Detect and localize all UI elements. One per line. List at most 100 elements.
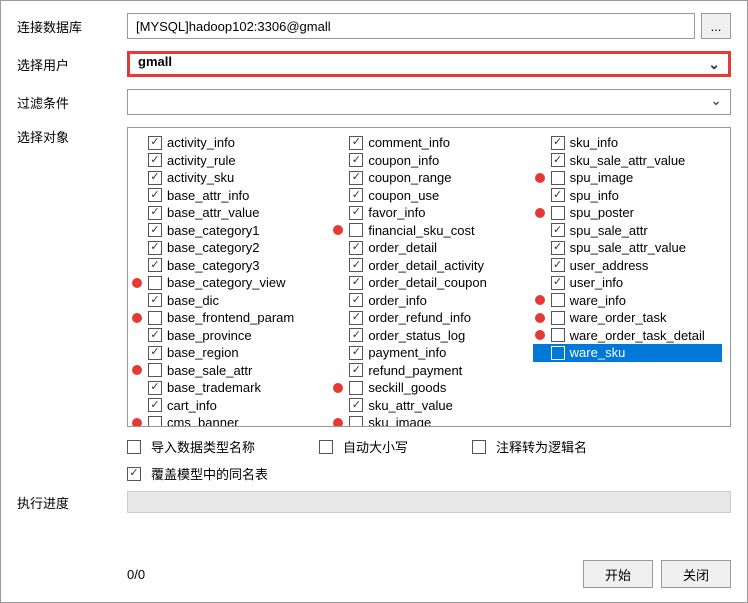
- checkbox-icon[interactable]: [148, 206, 162, 220]
- table-item[interactable]: ware_order_task: [533, 309, 722, 327]
- table-item[interactable]: order_info: [331, 292, 520, 310]
- table-item[interactable]: activity_sku: [130, 169, 319, 187]
- checkbox-icon[interactable]: [551, 136, 565, 150]
- table-item[interactable]: financial_sku_cost: [331, 222, 520, 240]
- checkbox-icon[interactable]: [349, 311, 363, 325]
- checkbox-icon[interactable]: [349, 398, 363, 412]
- checkbox-icon[interactable]: [349, 206, 363, 220]
- table-item[interactable]: cms_banner: [130, 414, 319, 427]
- checkbox-icon[interactable]: [551, 188, 565, 202]
- table-item[interactable]: order_detail_activity: [331, 257, 520, 275]
- table-item[interactable]: user_info: [533, 274, 722, 292]
- table-item[interactable]: base_category1: [130, 222, 319, 240]
- checkbox-icon[interactable]: [551, 328, 565, 342]
- table-item[interactable]: base_category2: [130, 239, 319, 257]
- checkbox-icon[interactable]: [148, 258, 162, 272]
- table-item[interactable]: base_trademark: [130, 379, 319, 397]
- browse-button[interactable]: ...: [701, 13, 731, 39]
- table-item[interactable]: base_frontend_param: [130, 309, 319, 327]
- checkbox-icon[interactable]: [349, 241, 363, 255]
- checkbox-icon[interactable]: [349, 328, 363, 342]
- filter-select[interactable]: [127, 89, 731, 115]
- checkbox-icon[interactable]: [349, 171, 363, 185]
- checkbox-icon[interactable]: [551, 258, 565, 272]
- table-item[interactable]: base_region: [130, 344, 319, 362]
- user-select[interactable]: gmall: [127, 51, 731, 77]
- table-item[interactable]: spu_info: [533, 187, 722, 205]
- checkbox-icon[interactable]: [148, 171, 162, 185]
- table-item[interactable]: base_category3: [130, 257, 319, 275]
- checkbox-icon[interactable]: [551, 206, 565, 220]
- checkbox-icon[interactable]: [349, 276, 363, 290]
- table-item[interactable]: payment_info: [331, 344, 520, 362]
- table-item[interactable]: ware_info: [533, 292, 722, 310]
- checkbox-icon[interactable]: [148, 276, 162, 290]
- checkbox-icon[interactable]: [349, 293, 363, 307]
- table-item[interactable]: ware_order_task_detail: [533, 327, 722, 345]
- checkbox-icon[interactable]: [148, 136, 162, 150]
- checkbox-icon[interactable]: [148, 416, 162, 427]
- checkbox-icon[interactable]: [551, 171, 565, 185]
- table-item[interactable]: base_attr_value: [130, 204, 319, 222]
- table-item[interactable]: order_detail_coupon: [331, 274, 520, 292]
- table-item[interactable]: sku_attr_value: [331, 397, 520, 415]
- table-item[interactable]: sku_sale_attr_value: [533, 152, 722, 170]
- checkbox-icon[interactable]: [148, 346, 162, 360]
- checkbox-icon[interactable]: [349, 188, 363, 202]
- option-auto-case[interactable]: 自动大小写: [319, 437, 408, 456]
- checkbox-icon[interactable]: [148, 363, 162, 377]
- checkbox-icon[interactable]: [349, 258, 363, 272]
- checkbox-icon[interactable]: [148, 223, 162, 237]
- checkbox-icon[interactable]: [349, 136, 363, 150]
- checkbox-icon[interactable]: [551, 293, 565, 307]
- checkbox-icon[interactable]: [148, 188, 162, 202]
- checkbox-icon[interactable]: [551, 241, 565, 255]
- checkbox-icon[interactable]: [148, 328, 162, 342]
- close-button[interactable]: 关闭: [661, 560, 731, 588]
- option-import-type[interactable]: 导入数据类型名称: [127, 437, 255, 456]
- checkbox-icon[interactable]: [349, 363, 363, 377]
- option-comment-logical[interactable]: 注释转为逻辑名: [472, 437, 587, 456]
- checkbox-icon[interactable]: [349, 416, 363, 427]
- checkbox-icon[interactable]: [551, 153, 565, 167]
- checkbox-icon[interactable]: [349, 346, 363, 360]
- option-overwrite-same[interactable]: 覆盖模型中的同名表: [127, 464, 268, 483]
- checkbox-icon[interactable]: [148, 153, 162, 167]
- table-item[interactable]: coupon_use: [331, 187, 520, 205]
- checkbox-icon[interactable]: [349, 381, 363, 395]
- checkbox-icon[interactable]: [551, 276, 565, 290]
- table-item[interactable]: activity_info: [130, 134, 319, 152]
- table-item[interactable]: favor_info: [331, 204, 520, 222]
- table-item[interactable]: user_address: [533, 257, 722, 275]
- table-item[interactable]: ware_sku: [533, 344, 722, 362]
- table-item[interactable]: base_sale_attr: [130, 362, 319, 380]
- checkbox-icon[interactable]: [349, 223, 363, 237]
- table-item[interactable]: comment_info: [331, 134, 520, 152]
- table-item[interactable]: cart_info: [130, 397, 319, 415]
- checkbox-icon[interactable]: [551, 311, 565, 325]
- table-item[interactable]: sku_info: [533, 134, 722, 152]
- checkbox-icon[interactable]: [148, 293, 162, 307]
- checkbox-icon[interactable]: [148, 381, 162, 395]
- table-item[interactable]: seckill_goods: [331, 379, 520, 397]
- table-item[interactable]: base_attr_info: [130, 187, 319, 205]
- table-item[interactable]: refund_payment: [331, 362, 520, 380]
- table-item[interactable]: spu_sale_attr_value: [533, 239, 722, 257]
- start-button[interactable]: 开始: [583, 560, 653, 588]
- checkbox-icon[interactable]: [551, 346, 565, 360]
- table-item[interactable]: base_province: [130, 327, 319, 345]
- checkbox-icon[interactable]: [148, 241, 162, 255]
- table-item[interactable]: spu_image: [533, 169, 722, 187]
- table-item[interactable]: base_dic: [130, 292, 319, 310]
- table-item[interactable]: spu_poster: [533, 204, 722, 222]
- checkbox-icon[interactable]: [551, 223, 565, 237]
- table-item[interactable]: coupon_range: [331, 169, 520, 187]
- table-item[interactable]: spu_sale_attr: [533, 222, 722, 240]
- table-item[interactable]: sku_image: [331, 414, 520, 427]
- checkbox-icon[interactable]: [148, 311, 162, 325]
- table-item[interactable]: order_refund_info: [331, 309, 520, 327]
- table-item[interactable]: base_category_view: [130, 274, 319, 292]
- table-item[interactable]: order_detail: [331, 239, 520, 257]
- database-input[interactable]: [127, 13, 695, 39]
- table-item[interactable]: activity_rule: [130, 152, 319, 170]
